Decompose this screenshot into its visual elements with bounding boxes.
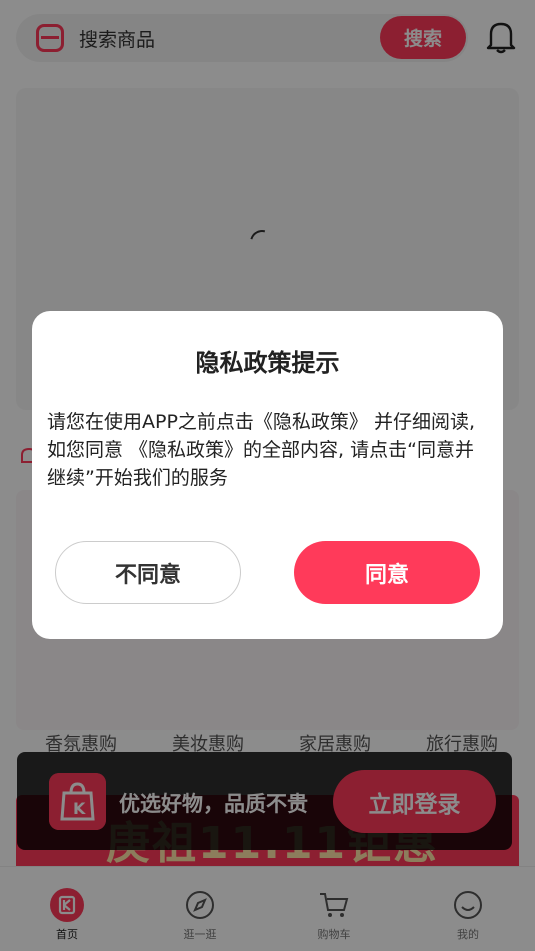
dialog-title: 隐私政策提示	[195, 349, 340, 377]
agree-button[interactable]: 同意	[294, 541, 480, 604]
dialog-body-text: 请您在使用APP之前点击《隐私政策》 并仔细阅读, 如您同意 《隐私政策》的全部…	[47, 411, 475, 489]
privacy-dialog: 隐私政策提示 请您在使用APP之前点击《隐私政策》 并仔细阅读, 如您同意 《隐…	[32, 311, 503, 639]
disagree-button[interactable]: 不同意	[55, 541, 241, 604]
